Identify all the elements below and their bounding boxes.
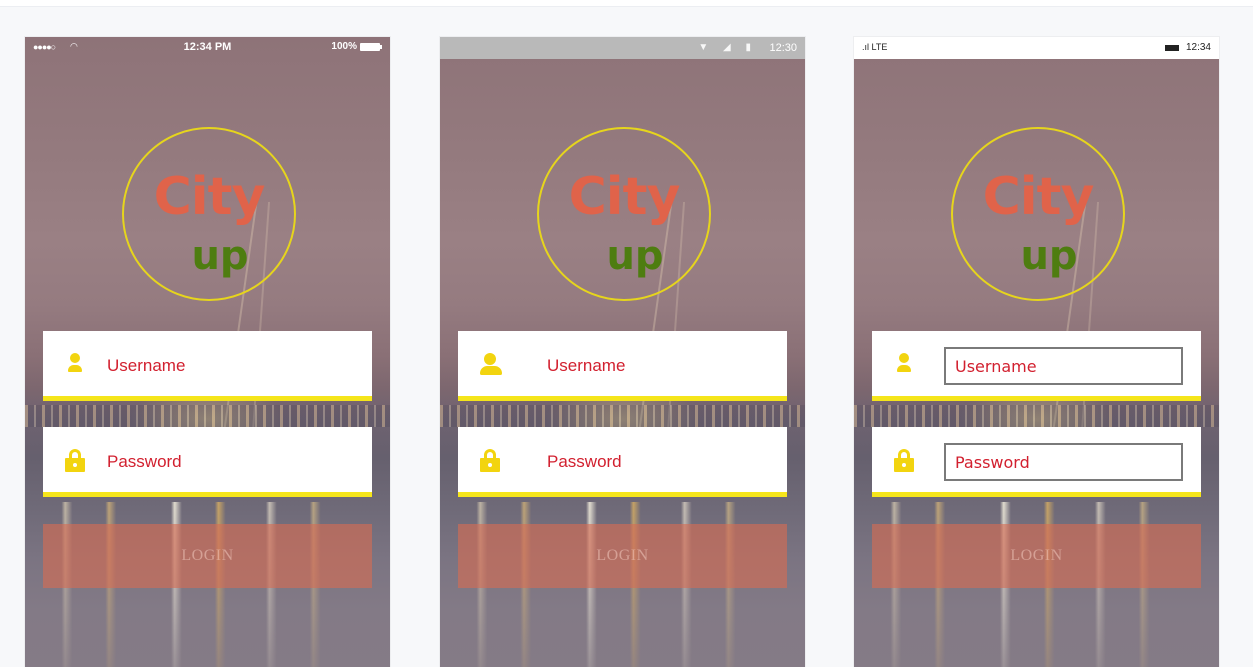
phone-ios: ●●●●○ ◠ 12:34 PM 100% City up Username P… — [25, 37, 390, 667]
skyline-lights — [25, 405, 390, 427]
user-icon — [65, 353, 85, 375]
status-time: 12:34 — [1185, 42, 1211, 53]
login-button[interactable]: LOGIN — [872, 524, 1201, 588]
logo-up-text: up — [606, 233, 664, 279]
app-logo: City up — [537, 127, 711, 301]
showcase-canvas: ●●●●○ ◠ 12:34 PM 100% City up Username P… — [0, 6, 1253, 667]
status-time: 12:30 — [769, 42, 797, 54]
status-icons: ▼ ◢ ▮ — [698, 42, 757, 53]
lock-icon — [65, 449, 85, 472]
password-label: Password — [547, 452, 622, 471]
username-label: Username — [547, 356, 626, 375]
login-button[interactable]: LOGIN — [458, 524, 787, 588]
username-field[interactable]: Username — [43, 331, 372, 401]
lock-icon — [894, 449, 914, 472]
signal-icon: .ıl LTE — [862, 42, 888, 52]
username-field[interactable]: Username — [458, 331, 787, 401]
logo-city-text: City — [568, 167, 681, 227]
phone-windows: .ıl LTE 12:34 City up Username Password … — [854, 37, 1219, 667]
battery-icon — [360, 43, 382, 51]
skyline-lights — [440, 405, 805, 427]
lock-icon — [480, 449, 500, 472]
logo-city-text: City — [982, 167, 1095, 227]
logo-up-text: up — [1020, 233, 1078, 279]
status-bar: ▼ ◢ ▮ 12:30 — [440, 37, 805, 59]
username-field: Username — [872, 331, 1201, 401]
status-bar: ●●●●○ ◠ 12:34 PM 100% — [25, 37, 390, 57]
user-icon — [480, 353, 502, 375]
password-label: Password — [955, 453, 1030, 472]
password-field[interactable]: Password — [43, 427, 372, 497]
battery-percent: 100% — [331, 41, 357, 52]
battery-icon — [1165, 45, 1179, 51]
password-field: Password — [872, 427, 1201, 497]
username-label: Username — [107, 356, 186, 375]
password-field[interactable]: Password — [458, 427, 787, 497]
skyline-lights — [854, 405, 1219, 427]
phone-android: ▼ ◢ ▮ 12:30 City up Username Password LO… — [440, 37, 805, 667]
password-label: Password — [107, 452, 182, 471]
status-bar: .ıl LTE 12:34 — [854, 37, 1219, 59]
logo-up-text: up — [191, 233, 249, 279]
user-icon — [894, 353, 914, 375]
logo-city-text: City — [153, 167, 266, 227]
username-label: Username — [955, 357, 1037, 376]
login-button[interactable]: LOGIN — [43, 524, 372, 588]
app-logo: City up — [951, 127, 1125, 301]
app-logo: City up — [122, 127, 296, 301]
